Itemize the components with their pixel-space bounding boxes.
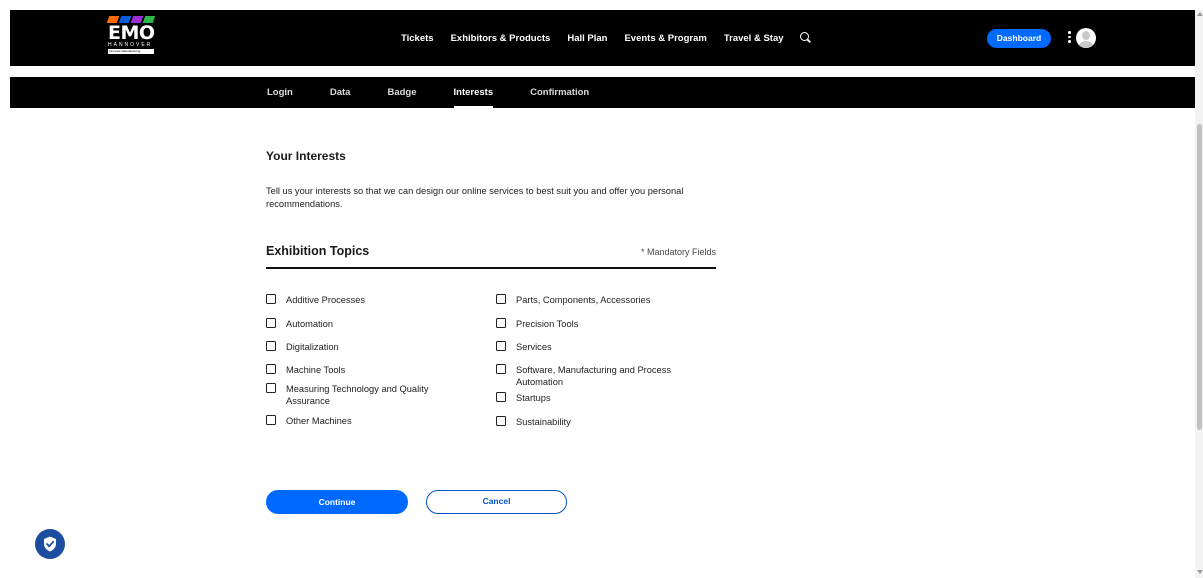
section-divider	[266, 267, 716, 269]
checkbox[interactable]	[266, 294, 276, 304]
topic-software-automation[interactable]: Software, Manufacturing and Process Auto…	[496, 364, 711, 388]
user-avatar-icon[interactable]	[1076, 28, 1096, 48]
mandatory-note: * Mandatory Fields	[640, 247, 716, 257]
topic-machine-tools[interactable]: Machine Tools	[266, 364, 491, 376]
topic-other-machines[interactable]: Other Machines	[266, 415, 491, 427]
topics-column-right: Parts, Components, Accessories Precision…	[496, 294, 721, 428]
checkbox[interactable]	[266, 364, 276, 374]
nav-travel-stay[interactable]: Travel & Stay	[724, 33, 784, 44]
intro-text: Tell us your interests so that we can de…	[266, 186, 684, 209]
topic-services[interactable]: Services	[496, 341, 721, 353]
page-title: Your Interests	[266, 149, 346, 163]
checkbox[interactable]	[496, 318, 506, 328]
main-nav: Tickets Exhibitors & Products Hall Plan …	[401, 32, 812, 44]
shield-check-icon	[44, 536, 56, 552]
nav-exhibitors-products[interactable]: Exhibitors & Products	[451, 33, 551, 44]
step-data[interactable]: Data	[330, 77, 351, 108]
topic-label: Machine Tools	[286, 365, 346, 375]
topic-digitalization[interactable]: Digitalization	[266, 341, 491, 353]
registration-steps-bar: Login Data Badge Interests Confirmation	[10, 77, 1195, 108]
topic-startups[interactable]: Startups	[496, 392, 721, 404]
logo-stripes	[106, 16, 158, 23]
topic-label: Precision Tools	[516, 319, 579, 329]
checkbox[interactable]	[266, 318, 276, 328]
topic-label: Automation	[286, 319, 334, 329]
kebab-menu-icon[interactable]	[1068, 31, 1072, 45]
topic-label: Services	[516, 342, 552, 352]
checkbox[interactable]	[496, 416, 506, 426]
topics-column-left: Additive Processes Automation Digitaliza…	[266, 294, 491, 427]
nav-events-program[interactable]: Events & Program	[624, 33, 706, 44]
logo-brand: EMO	[108, 22, 155, 44]
logo-tagline: Innovate Manufacturing.	[108, 49, 154, 54]
search-icon[interactable]	[799, 32, 812, 44]
scroll-up-arrow-icon[interactable]	[1197, 12, 1203, 16]
topic-sustainability[interactable]: Sustainability	[496, 416, 721, 428]
step-interests[interactable]: Interests	[453, 77, 493, 108]
dashboard-button[interactable]: Dashboard	[987, 29, 1051, 48]
checkbox[interactable]	[266, 415, 276, 425]
topic-label: Sustainability	[516, 417, 571, 427]
checkbox[interactable]	[496, 392, 506, 402]
scroll-down-arrow-icon[interactable]	[1197, 570, 1203, 574]
registration-steps: Login Data Badge Interests Confirmation	[267, 77, 626, 108]
logo-city: HANNOVER	[108, 42, 153, 48]
nav-hall-plan[interactable]: Hall Plan	[567, 33, 607, 44]
checkbox[interactable]	[266, 383, 276, 393]
top-header: EMO HANNOVER Innovate Manufacturing. Tic…	[10, 10, 1195, 66]
topic-automation[interactable]: Automation	[266, 318, 491, 330]
topic-measuring-technology[interactable]: Measuring Technology and Quality Assuran…	[266, 383, 471, 407]
topic-parts-components[interactable]: Parts, Components, Accessories	[496, 294, 721, 306]
checkbox[interactable]	[496, 294, 506, 304]
checkbox[interactable]	[266, 341, 276, 351]
topic-label: Additive Processes	[286, 295, 366, 305]
nav-tickets[interactable]: Tickets	[401, 33, 434, 44]
page-frame: EMO HANNOVER Innovate Manufacturing. Tic…	[10, 10, 1195, 578]
continue-button[interactable]: Continue	[266, 490, 408, 514]
topic-label: Other Machines	[286, 416, 352, 426]
topic-additive-processes[interactable]: Additive Processes	[266, 294, 491, 306]
step-confirmation[interactable]: Confirmation	[530, 77, 589, 108]
step-badge[interactable]: Badge	[387, 77, 416, 108]
emo-logo[interactable]: EMO HANNOVER Innovate Manufacturing.	[106, 16, 158, 60]
scrollbar-thumb[interactable]	[1197, 124, 1202, 430]
step-login[interactable]: Login	[267, 77, 293, 108]
checkbox[interactable]	[496, 364, 506, 374]
topic-label: Parts, Components, Accessories	[516, 295, 651, 305]
topic-label: Digitalization	[286, 342, 339, 352]
section-title: Exhibition Topics	[266, 244, 370, 258]
topic-label: Software, Manufacturing and Process Auto…	[516, 365, 672, 387]
checkbox[interactable]	[496, 341, 506, 351]
topic-precision-tools[interactable]: Precision Tools	[496, 318, 721, 330]
topic-label: Startups	[516, 393, 551, 403]
cancel-button[interactable]: Cancel	[426, 490, 567, 514]
topic-label: Measuring Technology and Quality Assuran…	[286, 384, 429, 406]
privacy-settings-button[interactable]	[35, 529, 65, 559]
